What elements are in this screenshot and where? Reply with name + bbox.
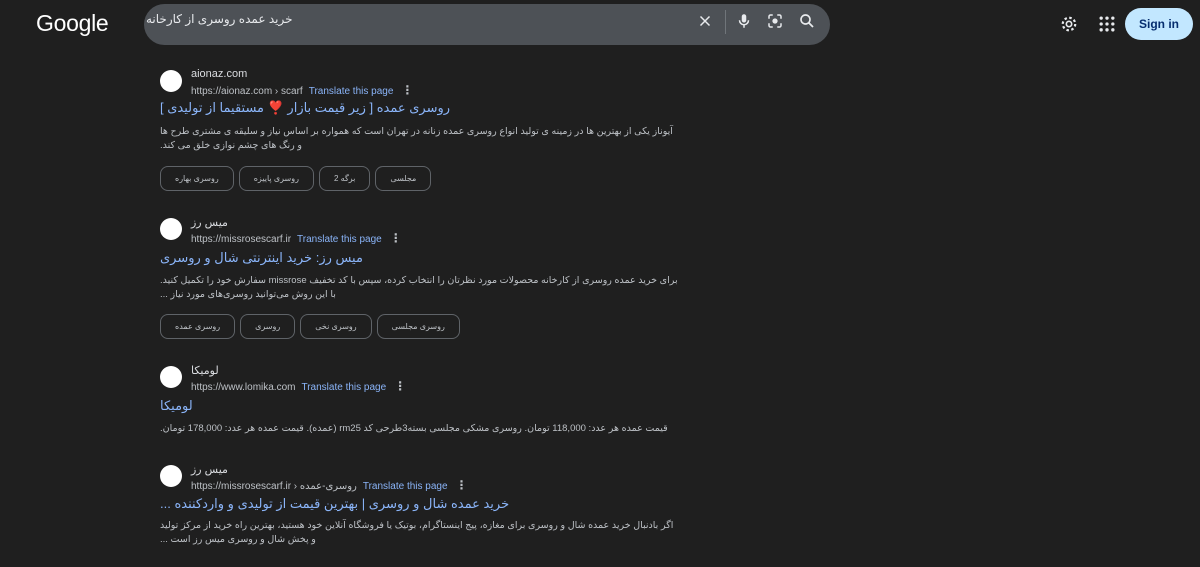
rose-favicon-icon — [160, 465, 182, 487]
more-options-icon[interactable]: ⋮ — [401, 83, 413, 97]
more-options-icon[interactable]: ⋮ — [390, 231, 402, 245]
result-snippet: آیوناز یکی از بهترین ها در زمینه ی تولید… — [160, 126, 673, 151]
site-name[interactable]: aionaz.com — [191, 68, 247, 80]
sitelink-chips: روسری بهاره روسری پاییزه برگه 2 مجلسی — [160, 166, 432, 191]
sitelink-chip[interactable]: روسری نخی — [300, 314, 372, 339]
sitelink-chip[interactable]: روسری عمده — [160, 314, 236, 339]
rose-favicon-icon — [160, 218, 182, 240]
gear-icon[interactable] — [1059, 14, 1079, 34]
sitelink-chip[interactable]: روسری بهاره — [160, 166, 234, 191]
translate-link[interactable]: Translate this page — [309, 86, 394, 97]
result-title[interactable]: روسری عمده [ زیر قیمت بازار ❣️ مستقیما ا… — [160, 100, 680, 116]
site-url[interactable]: https://missrosescarf.ir › روسری-عمده Tra… — [191, 478, 468, 492]
site-name[interactable]: لومیکا — [191, 364, 219, 377]
search-icon[interactable] — [798, 12, 816, 30]
result-snippet: اگر بادنبال خرید عمده شال و روسری برای م… — [160, 520, 674, 545]
apps-grid-icon[interactable] — [1097, 14, 1117, 34]
sign-in-button[interactable]: Sign in — [1125, 8, 1193, 40]
lomika-favicon-icon — [160, 366, 182, 388]
google-logo[interactable]: Google — [36, 10, 109, 37]
sitelink-chip[interactable]: روسری مجلسی — [376, 314, 460, 339]
sitelink-chip[interactable]: روسری — [240, 314, 296, 339]
lens-icon[interactable] — [766, 12, 784, 30]
site-url[interactable]: https://www.lomika.com Translate this pag… — [191, 379, 406, 393]
site-favicon-icon — [160, 70, 182, 92]
more-options-icon[interactable]: ⋮ — [394, 379, 406, 393]
result-snippet: برای خرید عمده روسری از کارخانه محصولات … — [160, 275, 678, 300]
result-title[interactable]: لومیکا — [160, 398, 680, 414]
more-options-icon[interactable]: ⋮ — [456, 478, 468, 492]
url-text[interactable]: https://missrosescarf.ir — [191, 234, 291, 245]
site-name[interactable]: میس رز — [191, 463, 228, 476]
search-divider — [725, 10, 726, 34]
result-snippet: قیمت عمده هر عدد: 118,000 تومان. روسری م… — [160, 423, 668, 434]
sitelink-chips: روسری عمده روسری روسری نخی روسری مجلسی — [160, 314, 460, 339]
search-input[interactable]: خرید عمده روسری از کارخانه — [146, 12, 293, 26]
result-title[interactable]: خرید عمده شال و روسری | بهترین قیمت از ت… — [160, 496, 680, 512]
translate-link[interactable]: Translate this page — [363, 481, 448, 492]
site-url[interactable]: https://aionaz.com › scarf Translate this… — [191, 83, 413, 97]
sitelink-chip[interactable]: روسری پاییزه — [238, 166, 314, 191]
clear-icon[interactable] — [696, 12, 714, 30]
translate-link[interactable]: Translate this page — [297, 234, 382, 245]
translate-link[interactable]: Translate this page — [301, 382, 386, 393]
site-name[interactable]: میس رز — [191, 216, 228, 229]
microphone-icon[interactable] — [735, 12, 753, 30]
sitelink-chip[interactable]: برگه 2 — [318, 166, 371, 191]
sitelink-chip[interactable]: مجلسی — [375, 166, 432, 191]
url-text[interactable]: https://www.lomika.com — [191, 382, 295, 393]
url-text[interactable]: https://missrosescarf.ir › روسری-عمده — [191, 481, 357, 492]
site-url[interactable]: https://missrosescarf.ir Translate this p… — [191, 231, 402, 245]
result-title[interactable]: میس رز: خرید اینترنتی شال و روسری — [160, 250, 680, 266]
url-text[interactable]: https://aionaz.com › scarf — [191, 86, 303, 97]
